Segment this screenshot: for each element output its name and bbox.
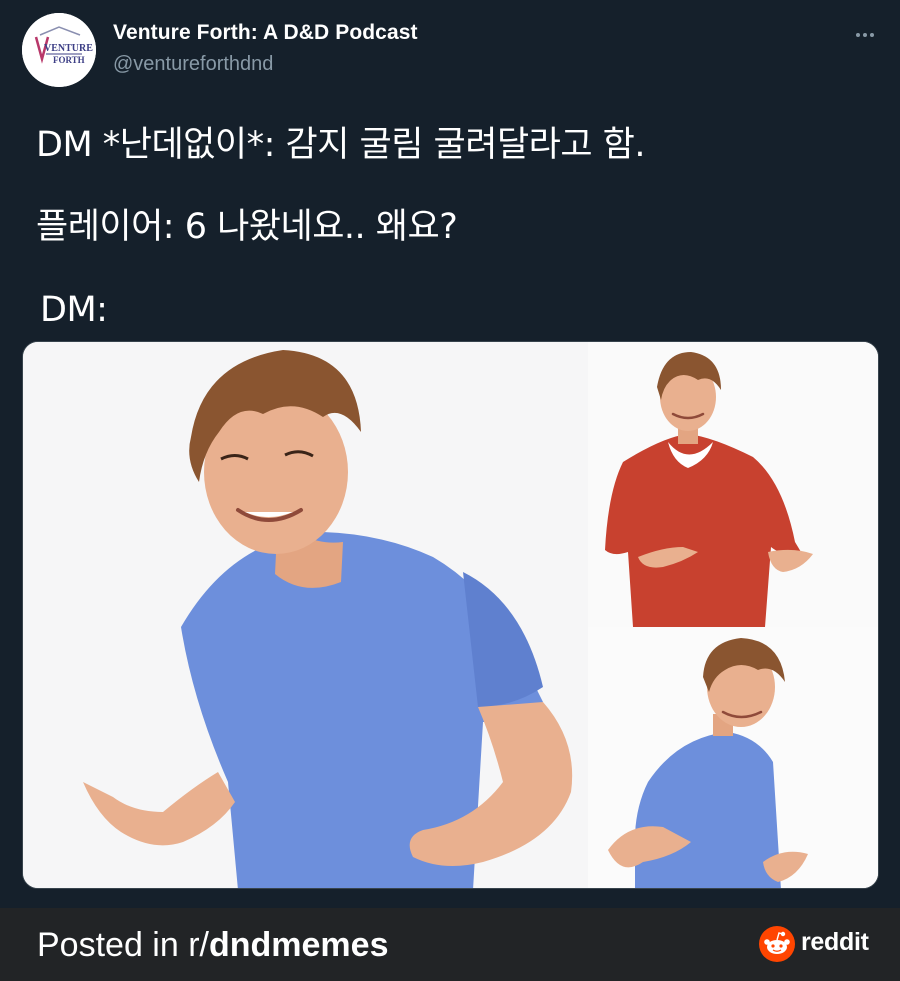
- author-handle[interactable]: @ventureforthdnd: [113, 53, 273, 76]
- posted-in-text[interactable]: Posted in r/dndmemes: [37, 926, 388, 965]
- svg-text:VENTURE: VENTURE: [44, 43, 93, 54]
- posted-in-prefix: Posted in r/: [37, 926, 209, 964]
- more-options-icon[interactable]: [852, 22, 878, 48]
- avatar[interactable]: VENTURE FORTH: [22, 13, 96, 87]
- venture-forth-logo-icon: VENTURE FORTH: [22, 13, 96, 87]
- author-name[interactable]: Venture Forth: A D&D Podcast: [113, 21, 418, 45]
- svg-text:FORTH: FORTH: [53, 55, 85, 65]
- reddit-wordmark: reddit: [801, 928, 869, 956]
- tweet-media-image[interactable]: [22, 341, 879, 889]
- tweet-card: VENTURE FORTH Venture Forth: A D&D Podca…: [0, 0, 900, 908]
- reddit-snoo-icon: [759, 926, 795, 962]
- tweet-text-line-2: 플레이어: 6 나왔네요.. 왜요?: [36, 207, 458, 247]
- subreddit-name: dndmemes: [208, 926, 389, 964]
- tweet-text-line-1: DM *난데없이*: 감지 굴림 굴려달라고 함.: [36, 125, 646, 165]
- tweet-text-line-3: DM:: [40, 290, 108, 330]
- meme-illustration: [23, 342, 878, 888]
